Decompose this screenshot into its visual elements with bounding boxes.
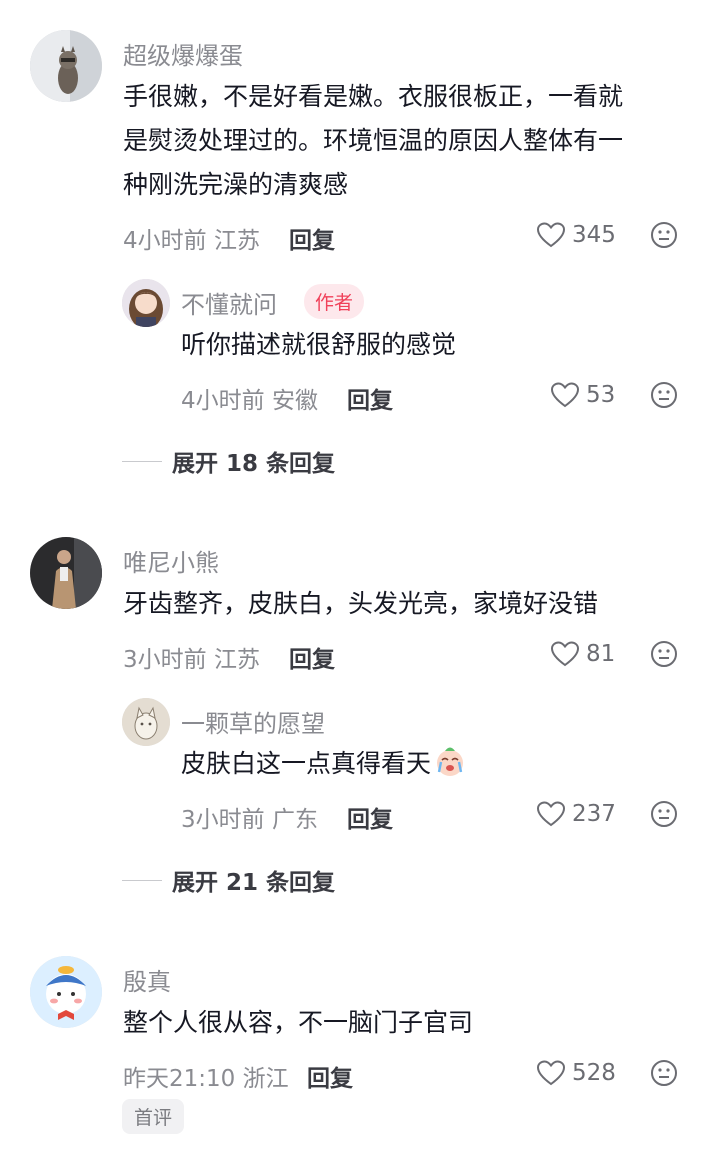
avatar[interactable] [30,956,102,1028]
reply-time-location: 4小时前 安徽 [181,388,318,414]
like-count: 528 [572,1060,616,1086]
reply-text-content: 皮肤白这一点真得看天 [181,749,432,778]
like-count: 53 [586,382,616,408]
like-button[interactable]: 81 [550,639,615,669]
meh-face-icon [651,382,677,408]
comment-text-line: 是熨烫处理过的。环境恒温的原因人整体有一 [123,126,624,155]
comment-text-line: 种刚洗完澡的清爽感 [123,170,349,199]
like-button[interactable]: 345 [536,220,616,250]
username[interactable]: 唯尼小熊 [123,543,219,578]
heart-outline-icon [550,641,580,667]
expand-replies-label: 展开 21 条回复 [172,870,336,896]
meh-face-icon [651,222,677,248]
divider-line [122,879,162,881]
comment-text-line: 牙齿整齐，皮肤白，头发光亮，家境好没错 [123,589,599,618]
dislike-button[interactable] [650,221,678,249]
expand-replies-button[interactable]: 展开 18 条回复 [122,446,336,477]
reply-button[interactable]: 回复 [289,221,335,255]
meh-face-icon [651,801,677,827]
avatar[interactable] [30,537,102,609]
meh-face-icon [651,641,677,667]
dislike-button[interactable] [650,800,678,828]
expand-replies-button[interactable]: 展开 21 条回复 [122,865,336,896]
reply-button[interactable]: 回复 [289,640,335,674]
comment-time-location: 昨天21:10 浙江 [123,1066,289,1092]
comment-time-location: 4小时前 江苏 [123,228,260,254]
expand-replies-label: 展开 18 条回复 [172,451,336,477]
dislike-button[interactable] [650,1059,678,1087]
avatar[interactable] [122,698,170,746]
author-badge: 作者 [304,284,365,319]
like-button[interactable]: 53 [550,380,615,410]
heart-outline-icon [550,382,580,408]
comment-text-line: 手很嫩，不是好看是嫩。衣服很板正，一看就 [123,82,624,111]
heart-outline-icon [536,1060,566,1086]
divider-line [122,460,162,462]
cartoon-avatar-icon [30,956,102,1028]
comment-text-line: 整个人很从容，不一脑门子官司 [123,1008,474,1037]
reply-text: 皮肤白这一点真得看天 [181,742,467,786]
cat-sketch-avatar-icon [122,698,170,746]
like-count: 237 [572,801,616,827]
dislike-button[interactable] [650,640,678,668]
reply-text: 听你描述就很舒服的感觉 [181,330,457,359]
reply-time-location: 3小时前 广东 [181,807,318,833]
dislike-button[interactable] [650,381,678,409]
heart-outline-icon [536,801,566,827]
crying-face-emoji [437,747,464,776]
comment-time-location: 3小时前 江苏 [123,647,260,673]
person-photo-avatar-icon [30,537,102,609]
anime-girl-avatar-icon [122,279,170,327]
avatar[interactable] [30,30,102,102]
avatar[interactable] [122,279,170,327]
like-button[interactable]: 528 [536,1058,616,1088]
reply-button[interactable]: 回复 [347,800,393,834]
username[interactable]: 殷真 [123,962,171,997]
like-count: 345 [572,222,616,248]
username[interactable]: 超级爆爆蛋 [123,36,243,71]
username[interactable]: 不懂就问 [181,285,277,320]
reply-button[interactable]: 回复 [347,381,393,415]
heart-outline-icon [536,222,566,248]
username[interactable]: 一颗草的愿望 [181,704,325,739]
raccoon-avatar-icon [30,30,102,102]
reply-button[interactable]: 回复 [307,1059,353,1093]
like-button[interactable]: 237 [536,799,616,829]
meh-face-icon [651,1060,677,1086]
first-comment-tag: 首评 [122,1099,185,1134]
like-count: 81 [586,641,616,667]
